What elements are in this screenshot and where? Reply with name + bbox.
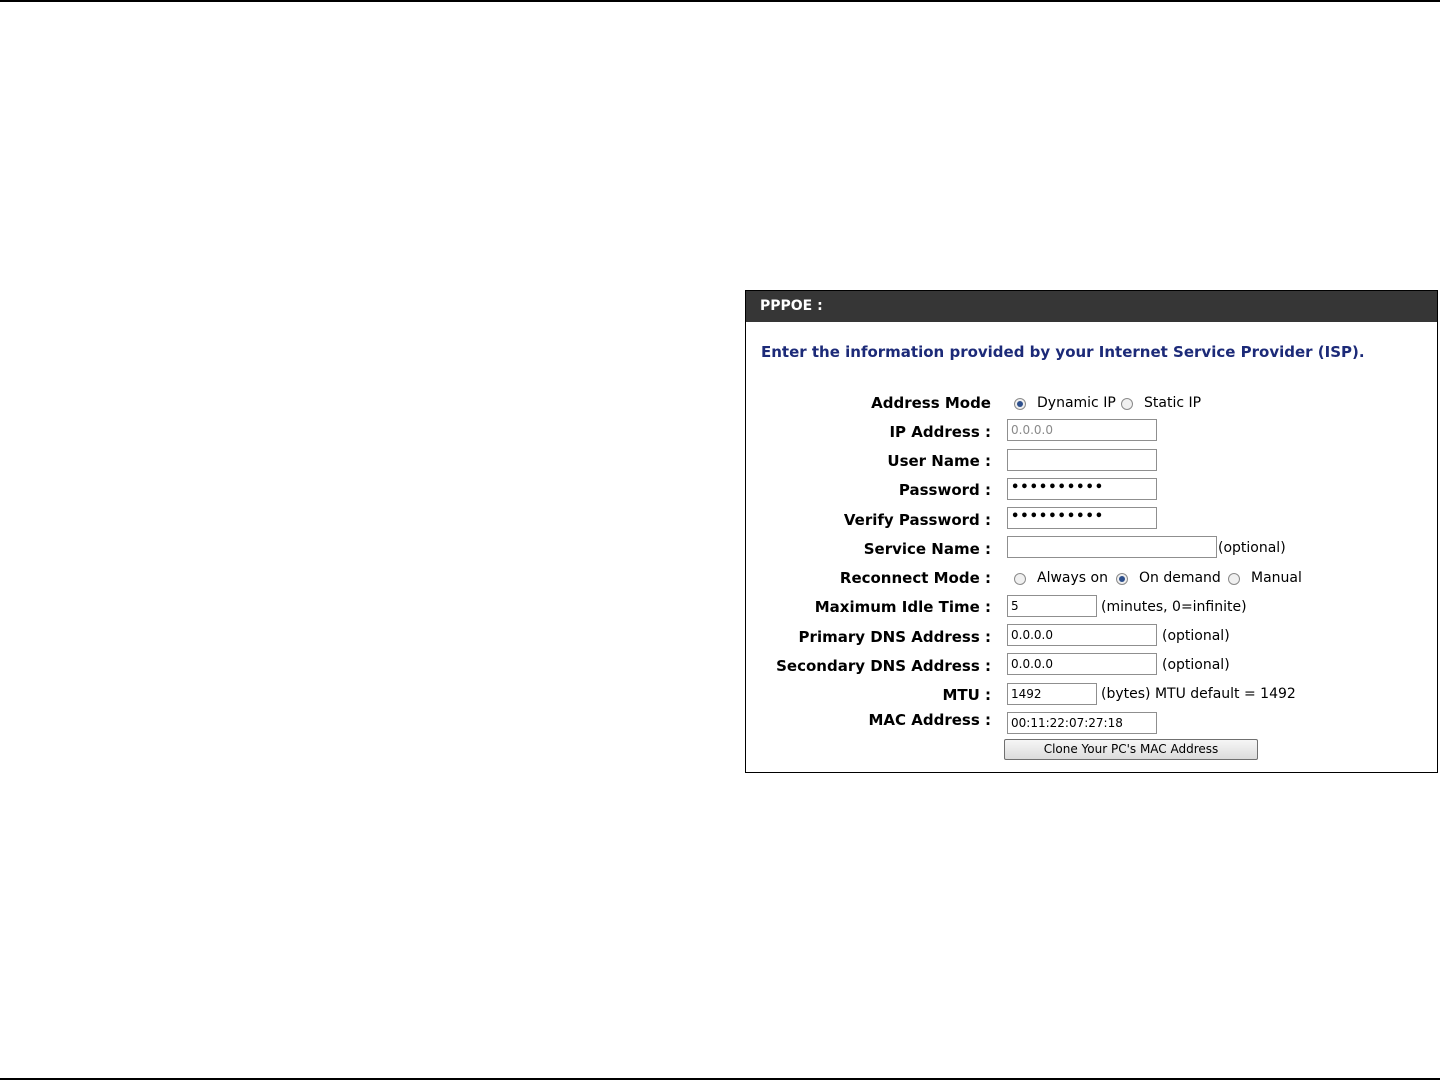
secondary-dns-note: (optional): [1162, 657, 1230, 673]
service-name-note: (optional): [1218, 540, 1286, 556]
address-mode-label: Address Mode: [871, 394, 991, 412]
ip-address-input[interactable]: 0.0.0.0: [1007, 419, 1157, 441]
max-idle-label: Maximum Idle Time :: [814, 598, 991, 616]
service-name-input[interactable]: [1007, 536, 1217, 558]
mac-address-input[interactable]: 00:11:22:07:27:18: [1007, 712, 1157, 734]
clone-mac-button[interactable]: Clone Your PC's MAC Address: [1004, 739, 1258, 760]
dynamic-ip-label: Dynamic IP: [1037, 395, 1116, 411]
mtu-label: MTU :: [942, 686, 991, 704]
pppoe-panel: PPPOE : Enter the information provided b…: [745, 290, 1438, 773]
reconnect-mode-label: Reconnect Mode :: [839, 569, 991, 587]
static-ip-label: Static IP: [1144, 395, 1202, 411]
service-name-label: Service Name :: [863, 540, 991, 558]
always-on-radio[interactable]: [1014, 573, 1026, 585]
primary-dns-note: (optional): [1162, 628, 1230, 644]
always-on-label: Always on: [1037, 570, 1108, 586]
max-idle-input[interactable]: 5: [1007, 595, 1097, 617]
mtu-input[interactable]: 1492: [1007, 683, 1097, 705]
primary-dns-label: Primary DNS Address :: [798, 628, 991, 646]
dynamic-ip-radio[interactable]: [1014, 398, 1026, 410]
verify-password-label: Verify Password :: [843, 511, 991, 529]
manual-label: Manual: [1251, 570, 1302, 586]
mac-address-label: MAC Address :: [868, 711, 992, 729]
password-label: Password :: [898, 481, 991, 499]
max-idle-note: (minutes, 0=infinite): [1101, 599, 1247, 615]
top-rule: [0, 0, 1440, 2]
manual-radio[interactable]: [1228, 573, 1240, 585]
secondary-dns-input[interactable]: 0.0.0.0: [1007, 653, 1157, 675]
primary-dns-input[interactable]: 0.0.0.0: [1007, 624, 1157, 646]
mtu-note: (bytes) MTU default = 1492: [1101, 686, 1296, 702]
user-name-input[interactable]: [1007, 449, 1157, 471]
on-demand-radio[interactable]: [1116, 573, 1128, 585]
on-demand-label: On demand: [1139, 570, 1221, 586]
ip-address-label: IP Address :: [889, 423, 991, 441]
verify-password-input[interactable]: ••••••••••: [1007, 507, 1157, 529]
user-name-label: User Name :: [887, 452, 991, 470]
intro-text: Enter the information provided by your I…: [761, 343, 1365, 361]
password-input[interactable]: ••••••••••: [1007, 478, 1157, 500]
bottom-rule: [0, 1078, 1440, 1080]
panel-title: PPPOE :: [746, 291, 1437, 322]
secondary-dns-label: Secondary DNS Address :: [776, 657, 991, 675]
static-ip-radio[interactable]: [1121, 398, 1133, 410]
